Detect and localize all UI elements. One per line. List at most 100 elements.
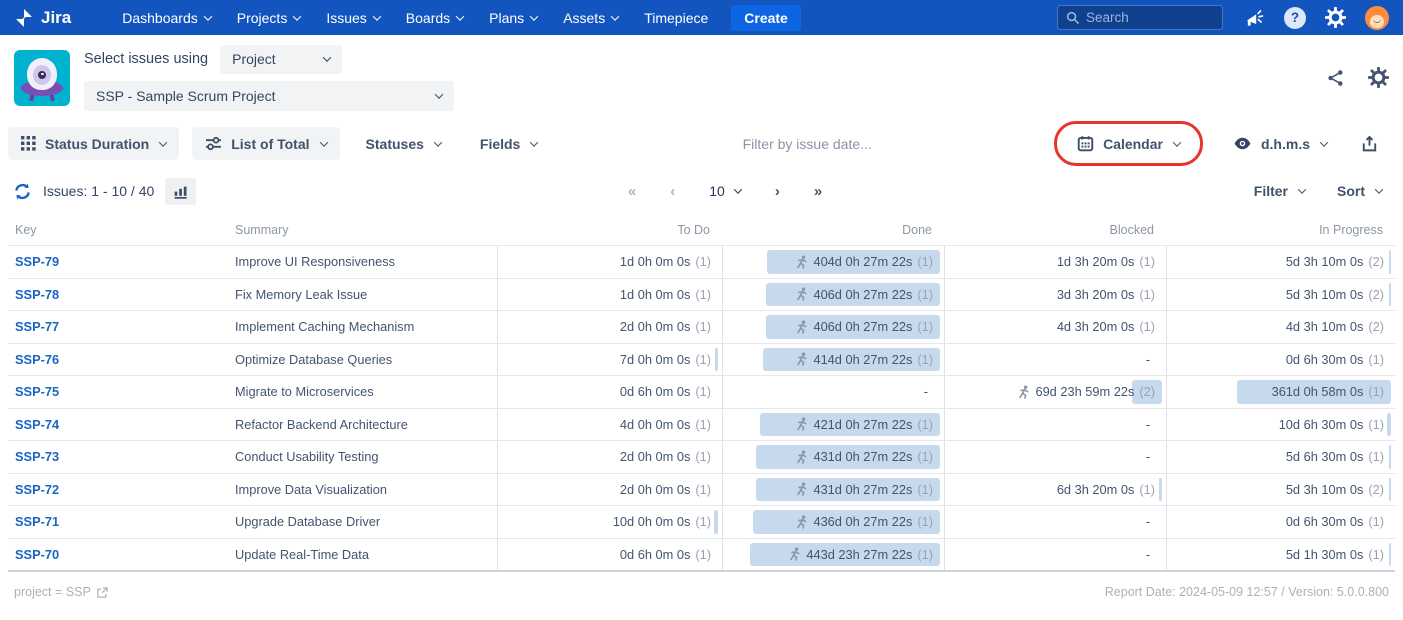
nav-item-boards[interactable]: Boards [406, 10, 465, 26]
chart-view-button[interactable] [165, 177, 197, 205]
issue-key-link[interactable]: SSP-73 [8, 441, 235, 473]
help-icon[interactable]: ? [1284, 6, 1306, 29]
statuses-label: Statuses [365, 135, 424, 152]
gear-icon[interactable] [1325, 7, 1346, 28]
column-header-inprogress[interactable]: In Progress [1166, 223, 1395, 237]
issue-key-link[interactable]: SSP-77 [8, 311, 235, 343]
issue-summary: Improve UI Responsiveness [235, 254, 396, 270]
duration-value: 414d 0h 27m 22s [813, 351, 913, 367]
duration-cell-done: 414d 0h 27m 22s (1) [722, 343, 944, 375]
duration-cell-blocked: - [944, 408, 1166, 440]
last-page-button[interactable]: » [814, 183, 822, 200]
duration-value: - [1145, 449, 1150, 465]
fields-button[interactable]: Fields [467, 127, 550, 160]
create-button[interactable]: Create [731, 4, 801, 31]
nav-item-projects[interactable]: Projects [236, 9, 302, 26]
nav-item-timepiece[interactable]: Timepiece [644, 10, 708, 26]
statuses-button[interactable]: Statuses [353, 127, 454, 160]
transition-count: (1) [695, 351, 711, 367]
nav-label: Issues [326, 9, 367, 26]
issue-summary: Refactor Backend Architecture [235, 416, 408, 432]
duration-value: 431d 0h 27m 22s [813, 481, 913, 497]
duration-value: 0d 6h 30m 0s [1285, 351, 1364, 367]
status-duration-button[interactable]: Status Duration [8, 127, 180, 160]
search-box[interactable] [1057, 5, 1223, 30]
bar-chart-icon [174, 186, 187, 199]
table-body: SSP-79 Improve UI Responsiveness 1d 0h 0… [8, 245, 1395, 572]
external-link-icon[interactable] [96, 586, 109, 599]
issue-summary: Implement Caching Mechanism [235, 319, 415, 335]
table-row: SSP-78 Fix Memory Leak Issue 1d 0h 0m 0s… [8, 277, 1395, 311]
user-avatar[interactable] [1365, 5, 1389, 30]
table-row: SSP-70 Update Real-Time Data 0d 6h 0m 0s… [8, 537, 1395, 571]
share-icon[interactable] [1327, 69, 1344, 87]
issue-summary: Upgrade Database Driver [235, 514, 381, 530]
duration-value: 406d 0h 27m 22s [813, 319, 913, 335]
duration-cell-blocked: - [944, 343, 1166, 375]
transition-count: (1) [695, 384, 711, 400]
transition-count: (1) [917, 286, 933, 302]
transition-count: (1) [695, 481, 711, 497]
transition-count: (1) [1139, 481, 1155, 497]
table-row: SSP-74 Refactor Backend Architecture 4d … [8, 407, 1395, 441]
issue-summary: Update Real-Time Data [235, 546, 369, 562]
export-icon[interactable] [1361, 135, 1378, 153]
duration-cell-todo: 4d 0h 0m 0s (1) [497, 408, 722, 440]
column-header-todo[interactable]: To Do [497, 223, 722, 237]
issue-key-link[interactable]: SSP-79 [8, 246, 235, 278]
date-filter-input[interactable]: Filter by issue date... [563, 136, 1051, 152]
duration-cell-inprogress: 361d 0h 58m 0s (1) [1166, 376, 1395, 408]
duration-cell-todo: 2d 0h 0m 0s (1) [497, 473, 722, 505]
jira-logo[interactable]: Jira [14, 8, 71, 28]
duration-value: 2d 0h 0m 0s [619, 449, 691, 465]
prev-page-button[interactable]: ‹ [670, 183, 675, 200]
issues-count-label: Issues: 1 - 10 / 40 [43, 183, 155, 199]
duration-value: 7d 0h 0m 0s [619, 351, 691, 367]
issue-source-select[interactable]: Project [220, 44, 343, 74]
issue-key-link[interactable]: SSP-70 [8, 539, 235, 571]
issue-key-link[interactable]: SSP-75 [8, 376, 235, 408]
refresh-icon[interactable] [13, 182, 32, 201]
column-header-summary[interactable]: Summary [235, 223, 497, 237]
issue-key-link[interactable]: SSP-72 [8, 474, 235, 506]
issue-key-link[interactable]: SSP-78 [8, 279, 235, 311]
issue-key-link[interactable]: SSP-74 [8, 409, 235, 441]
nav-item-plans[interactable]: Plans [489, 10, 539, 26]
duration-cell-blocked: - [944, 538, 1166, 570]
sort-button[interactable]: Sort [1337, 183, 1384, 199]
page-size-select[interactable]: 10 [709, 183, 743, 199]
transition-count: (1) [1368, 384, 1384, 400]
nav-item-dashboards[interactable]: Dashboards [122, 10, 212, 26]
ufo-icon [14, 50, 70, 106]
filter-button[interactable]: Filter [1254, 183, 1307, 199]
project-select[interactable]: SSP - Sample Scrum Project [84, 80, 454, 111]
calendar-button[interactable]: Calendar [1064, 127, 1193, 160]
megaphone-icon[interactable] [1245, 9, 1265, 27]
nav-label: Projects [236, 9, 288, 26]
search-input[interactable] [1086, 10, 1206, 25]
transition-count: (1) [1368, 449, 1384, 465]
table-row: SSP-71 Upgrade Database Driver 10d 0h 0m… [8, 505, 1395, 538]
duration-value: 443d 23h 27m 22s [806, 546, 913, 562]
brand-label: Jira [41, 7, 72, 27]
duration-value: 361d 0h 58m 0s [1271, 384, 1364, 400]
column-header-done[interactable]: Done [722, 223, 944, 237]
time-units-button[interactable]: d.h.m.s [1220, 127, 1340, 160]
nav-item-issues[interactable]: Issues [326, 9, 382, 26]
first-page-button[interactable]: « [628, 183, 636, 200]
settings-gear-icon[interactable] [1368, 67, 1389, 88]
pagination-row: Issues: 1 - 10 / 40 « ‹ 10 › » Filter So… [0, 167, 1403, 215]
transition-count: (1) [917, 481, 933, 497]
column-header-blocked[interactable]: Blocked [944, 223, 1166, 237]
column-header-key[interactable]: Key [8, 223, 235, 237]
list-of-total-label: List of Total [231, 135, 310, 152]
sliders-icon [206, 136, 222, 151]
list-of-total-button[interactable]: List of Total [192, 127, 340, 160]
timepiece-app-icon [14, 49, 70, 106]
transition-count: (1) [1368, 546, 1384, 562]
next-page-button[interactable]: › [775, 183, 780, 200]
issue-key-link[interactable]: SSP-76 [8, 344, 235, 376]
nav-item-assets[interactable]: Assets [563, 10, 620, 26]
status-duration-table: Key Summary To Do Done Blocked In Progre… [8, 215, 1395, 572]
issue-key-link[interactable]: SSP-71 [8, 506, 235, 538]
